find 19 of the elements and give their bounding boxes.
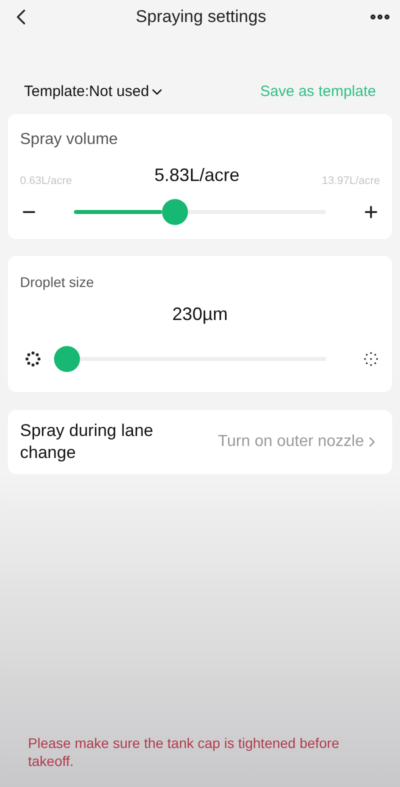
coarse-droplet-icon[interactable] xyxy=(24,350,42,368)
slider-thumb[interactable] xyxy=(54,346,80,372)
fine-droplet-icon[interactable] xyxy=(362,350,380,368)
row-value: Turn on outer nozzle xyxy=(218,432,364,452)
card-title: Spray volume xyxy=(20,130,119,150)
lane-change-row[interactable]: Spray during lane change Turn on outer nozzle xyxy=(8,410,392,474)
current-value: 230µm xyxy=(172,303,228,326)
max-value: 13.97L/acre xyxy=(322,174,380,188)
plus-icon[interactable] xyxy=(362,203,380,221)
row-label: Spray during lane change xyxy=(20,420,154,464)
slider[interactable] xyxy=(74,199,326,225)
slider-thumb[interactable] xyxy=(162,199,188,225)
min-value: 0.63L/acre xyxy=(20,174,72,188)
template-dropdown[interactable]: Template:Not used xyxy=(24,80,166,104)
page-title: Spraying settings xyxy=(136,6,266,28)
slider[interactable] xyxy=(54,346,326,372)
current-value: 5.83L/acre xyxy=(154,164,240,187)
warning-text: Please make sure the tank cap is tightened before takeoff. xyxy=(28,734,340,770)
card-title: Droplet size xyxy=(20,273,95,292)
